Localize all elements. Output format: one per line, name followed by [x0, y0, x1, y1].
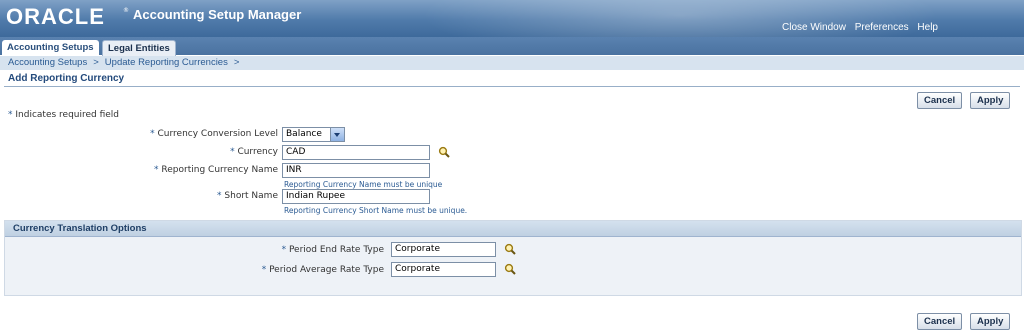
period-end-label: * Period End Rate Type: [281, 245, 384, 255]
currency-input[interactable]: CAD: [282, 145, 430, 160]
required-note-text: Indicates required field: [15, 110, 120, 120]
registered-mark: ®: [123, 7, 129, 14]
breadcrumb-accounting-setups[interactable]: Accounting Setups: [8, 57, 87, 68]
translation-section: Currency Translation Options: [4, 220, 1022, 296]
cancel-button-top[interactable]: Cancel: [917, 92, 963, 109]
breadcrumb-bar: Accounting Setups > Update Reporting Curre…: [0, 56, 1024, 70]
conversion-level-label: * Currency Conversion Level: [150, 129, 278, 139]
chevron-down-icon[interactable]: [330, 128, 344, 141]
close-window-link[interactable]: Close Window: [782, 22, 846, 33]
cancel-button-bottom[interactable]: Cancel: [917, 313, 963, 330]
translation-section-header: Currency Translation Options: [5, 221, 1021, 237]
period-end-input[interactable]: Corporate: [391, 242, 496, 257]
page-title: Add Reporting Currency: [8, 73, 125, 84]
tab-accounting-setups[interactable]: Accounting Setups: [2, 40, 99, 55]
breadcrumb-separator: >: [233, 57, 240, 68]
title-divider: [4, 86, 1020, 87]
preferences-link[interactable]: Preferences: [855, 22, 909, 33]
search-icon[interactable]: [504, 263, 516, 275]
breadcrumb-separator: >: [93, 57, 99, 68]
help-link[interactable]: Help: [917, 22, 938, 33]
apply-button-bottom[interactable]: Apply: [970, 313, 1011, 330]
short-name-hint: Reporting Currency Short Name must be un…: [284, 206, 468, 215]
oracle-logo: ORACLE: [6, 4, 105, 29]
breadcrumb-update-reporting-currencies[interactable]: Update Reporting Currencies: [105, 57, 228, 68]
required-star: *: [8, 110, 13, 120]
tab-legal-entities[interactable]: Legal Entities: [102, 40, 176, 56]
period-average-label: * Period Average Rate Type: [261, 265, 384, 275]
app-title: Accounting Setup Manager: [133, 7, 302, 22]
reporting-name-input[interactable]: INR: [282, 163, 430, 178]
period-average-input[interactable]: Corporate: [391, 262, 496, 277]
required-note: * Indicates required field: [8, 110, 119, 120]
reporting-name-label: * Reporting Currency Name: [154, 165, 278, 175]
search-icon[interactable]: [438, 146, 450, 158]
global-links: Close Window Preferences Help: [776, 22, 938, 33]
short-name-input[interactable]: Indian Rupee: [282, 189, 430, 204]
translation-section-title: Currency Translation Options: [13, 223, 147, 234]
app-header: ORACLE ® Accounting Setup Manager Close …: [0, 0, 1024, 37]
conversion-level-value: Balance: [286, 129, 322, 139]
short-name-label: * Short Name: [217, 191, 278, 201]
apply-button-top[interactable]: Apply: [970, 92, 1011, 109]
search-icon[interactable]: [504, 243, 516, 255]
currency-label: * Currency: [230, 147, 278, 157]
reporting-name-hint: Reporting Currency Name must be unique: [284, 180, 443, 189]
breadcrumb: Accounting Setups > Update Reporting Curre…: [8, 57, 245, 68]
tab-bar: Accounting Setups Legal Entities: [0, 37, 1024, 56]
conversion-level-select[interactable]: Balance: [282, 127, 345, 142]
